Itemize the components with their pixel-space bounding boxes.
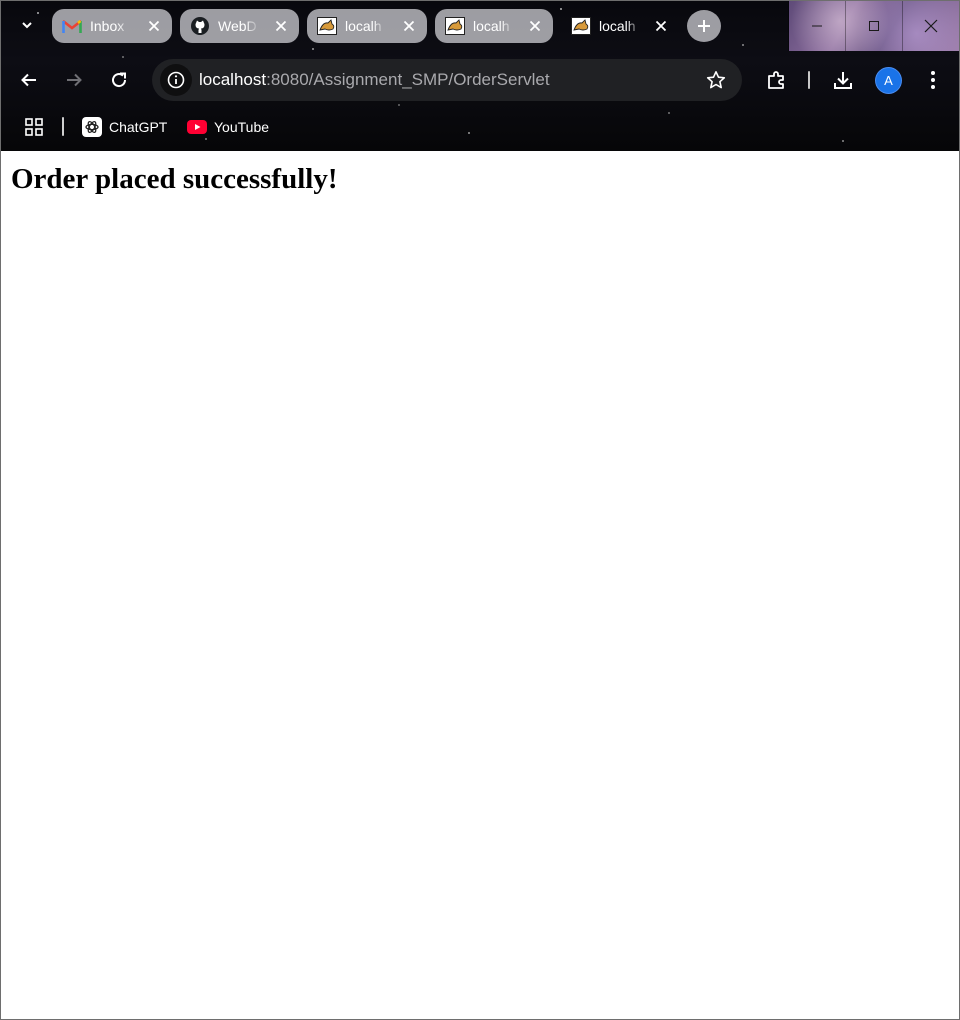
- bookmark-star-button[interactable]: [704, 68, 728, 92]
- github-icon: [190, 16, 210, 36]
- chatgpt-icon: [82, 117, 102, 137]
- bookmark-youtube[interactable]: YouTube: [187, 114, 269, 140]
- downloads-button[interactable]: [826, 63, 860, 97]
- close-window-button[interactable]: [902, 1, 959, 51]
- reload-icon: [112, 72, 127, 88]
- tab-title: Inbox: [90, 18, 125, 34]
- bookmarks-divider: [62, 117, 64, 136]
- toolbar-divider: [808, 71, 810, 89]
- forward-button[interactable]: [57, 63, 91, 97]
- arrow-left-icon: [21, 73, 36, 87]
- profile-avatar[interactable]: A: [876, 68, 901, 93]
- url-host: localhost: [199, 70, 267, 89]
- url-text[interactable]: localhost:8080/Assignment_SMP/OrderServl…: [199, 70, 550, 90]
- tomcat-icon: [571, 16, 591, 36]
- arrow-right-icon: [67, 73, 82, 87]
- tab-localhost-active[interactable]: localh: [561, 9, 679, 43]
- browser-window: Inbox WebD localh localh localh localhos…: [0, 0, 960, 1020]
- tab-title: localh: [345, 18, 382, 34]
- browser-chrome: Inbox WebD localh localh localh localhos…: [1, 1, 959, 151]
- close-icon[interactable]: [144, 16, 164, 36]
- tab-search-button[interactable]: [10, 9, 44, 41]
- more-vert-icon: [931, 71, 935, 89]
- apps-grid-icon: [25, 118, 43, 136]
- back-button[interactable]: [12, 63, 46, 97]
- site-info-button[interactable]: [160, 64, 192, 96]
- tab-title: localh: [473, 18, 510, 34]
- close-icon[interactable]: [651, 16, 671, 36]
- url-path: :8080/Assignment_SMP/OrderServlet: [266, 70, 550, 89]
- address-bar[interactable]: localhost:8080/Assignment_SMP/OrderServl…: [152, 59, 742, 101]
- bookmark-chatgpt[interactable]: ChatGPT: [82, 114, 167, 140]
- tab-title: WebD: [218, 18, 257, 34]
- chevron-down-icon: [22, 22, 32, 29]
- bookmark-label: ChatGPT: [109, 119, 168, 135]
- info-icon: [167, 71, 185, 89]
- close-icon[interactable]: [525, 16, 545, 36]
- youtube-icon: [187, 117, 207, 137]
- tab-localhost-1[interactable]: localh: [307, 9, 427, 43]
- page-content: Order placed successfully!: [1, 151, 959, 1019]
- maximize-button[interactable]: [845, 1, 902, 51]
- plus-icon: [698, 20, 710, 32]
- star-icon: [706, 71, 726, 89]
- close-icon[interactable]: [399, 16, 419, 36]
- menu-button[interactable]: [916, 63, 950, 97]
- tomcat-icon: [317, 16, 337, 36]
- gmail-icon: [62, 16, 82, 36]
- tab-localhost-2[interactable]: localh: [435, 9, 553, 43]
- download-icon: [834, 72, 852, 89]
- maximize-icon: [869, 21, 879, 31]
- puzzle-icon: [768, 71, 784, 89]
- close-icon: [924, 19, 938, 33]
- page-heading: Order placed successfully!: [11, 163, 338, 195]
- minimize-button[interactable]: [788, 1, 845, 51]
- minimize-icon: [812, 25, 822, 27]
- close-icon[interactable]: [271, 16, 291, 36]
- tab-webd[interactable]: WebD: [180, 9, 299, 43]
- extensions-button[interactable]: [760, 63, 794, 97]
- tab-inbox[interactable]: Inbox: [52, 9, 172, 43]
- tomcat-icon: [445, 16, 465, 36]
- new-tab-button[interactable]: [687, 10, 721, 42]
- window-controls: [788, 1, 959, 51]
- reload-button[interactable]: [102, 63, 136, 97]
- tab-title: localh: [599, 18, 636, 34]
- apps-button[interactable]: [22, 115, 46, 139]
- bookmark-label: YouTube: [214, 119, 270, 135]
